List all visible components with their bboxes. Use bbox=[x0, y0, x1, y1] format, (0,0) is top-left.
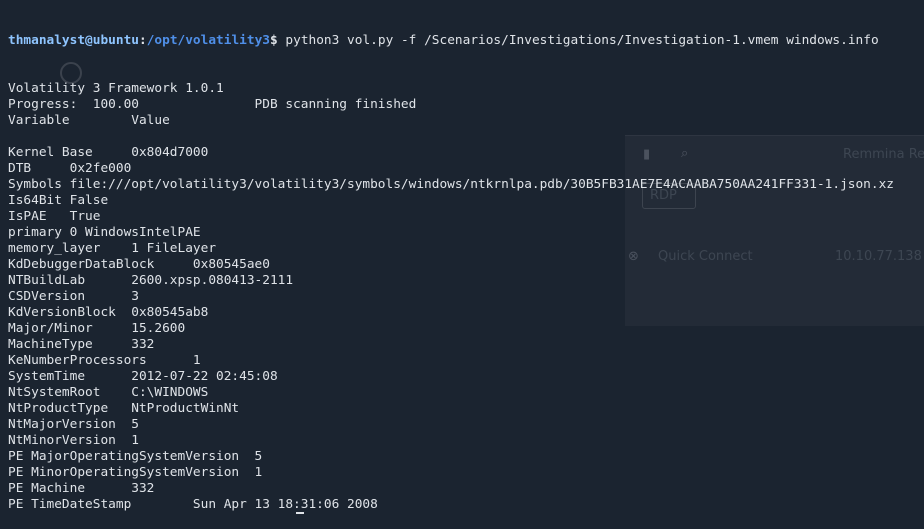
prompt-separator: : bbox=[138, 33, 147, 48]
output-line: KeNumberProcessors 1 bbox=[8, 353, 201, 368]
output-line: PE MajorOperatingSystemVersion 5 bbox=[8, 449, 263, 464]
command-text: python3 vol.py -f /Scenarios/Investigati… bbox=[277, 33, 879, 48]
text-cursor bbox=[296, 512, 304, 514]
output-line: PE Machine 332 bbox=[8, 481, 155, 496]
output-line: Symbols file:///opt/volatility3/volatili… bbox=[8, 177, 895, 192]
prompt-cwd: /opt/volatility3 bbox=[146, 33, 270, 48]
prompt-line: thmanalyst@ubuntu:/opt/volatility3$ pyth… bbox=[8, 33, 924, 49]
output-line: Volatility 3 Framework 1.0.1 bbox=[8, 81, 224, 96]
output-line: IsPAE True bbox=[8, 209, 101, 224]
output-line: NtSystemRoot C:\WINDOWS bbox=[8, 385, 209, 400]
output-line: NtMinorVersion 1 bbox=[8, 433, 139, 448]
output-line: SystemTime 2012-07-22 02:45:08 bbox=[8, 369, 278, 384]
output-line: primary 0 WindowsIntelPAE bbox=[8, 225, 201, 240]
output-line: MachineType 332 bbox=[8, 337, 155, 352]
output-line: NTBuildLab 2600.xpsp.080413-2111 bbox=[8, 273, 294, 288]
output-line: DTB 0x2fe000 bbox=[8, 161, 132, 176]
output-line: Progress: 100.00 PDB scanning finished bbox=[8, 97, 417, 112]
output-line: KdDebuggerDataBlock 0x80545ae0 bbox=[8, 257, 270, 272]
output-line: CSDVersion 3 bbox=[8, 289, 139, 304]
output-line: NtProductType NtProductWinNt bbox=[8, 401, 240, 416]
output-line: PE TimeDateStamp Sun Apr 13 18:31:06 200… bbox=[8, 497, 378, 514]
output-line: PE MinorOperatingSystemVersion 1 bbox=[8, 465, 263, 480]
command-output: Volatility 3 Framework 1.0.1 Progress: 10… bbox=[8, 81, 924, 514]
output-line: Variable Value bbox=[8, 113, 170, 128]
output-line: KdVersionBlock 0x80545ab8 bbox=[8, 305, 209, 320]
output-line: memory_layer 1 FileLayer bbox=[8, 241, 217, 256]
output-line: NtMajorVersion 5 bbox=[8, 417, 139, 432]
prompt-symbol: $ bbox=[269, 33, 278, 48]
terminal-output[interactable]: thmanalyst@ubuntu:/opt/volatility3$ pyth… bbox=[8, 1, 924, 514]
prompt-user-host: thmanalyst@ubuntu bbox=[8, 33, 139, 48]
output-line: Is64Bit False bbox=[8, 193, 109, 208]
output-line: Major/Minor 15.2600 bbox=[8, 321, 186, 336]
output-line: Kernel Base 0x804d7000 bbox=[8, 145, 209, 160]
